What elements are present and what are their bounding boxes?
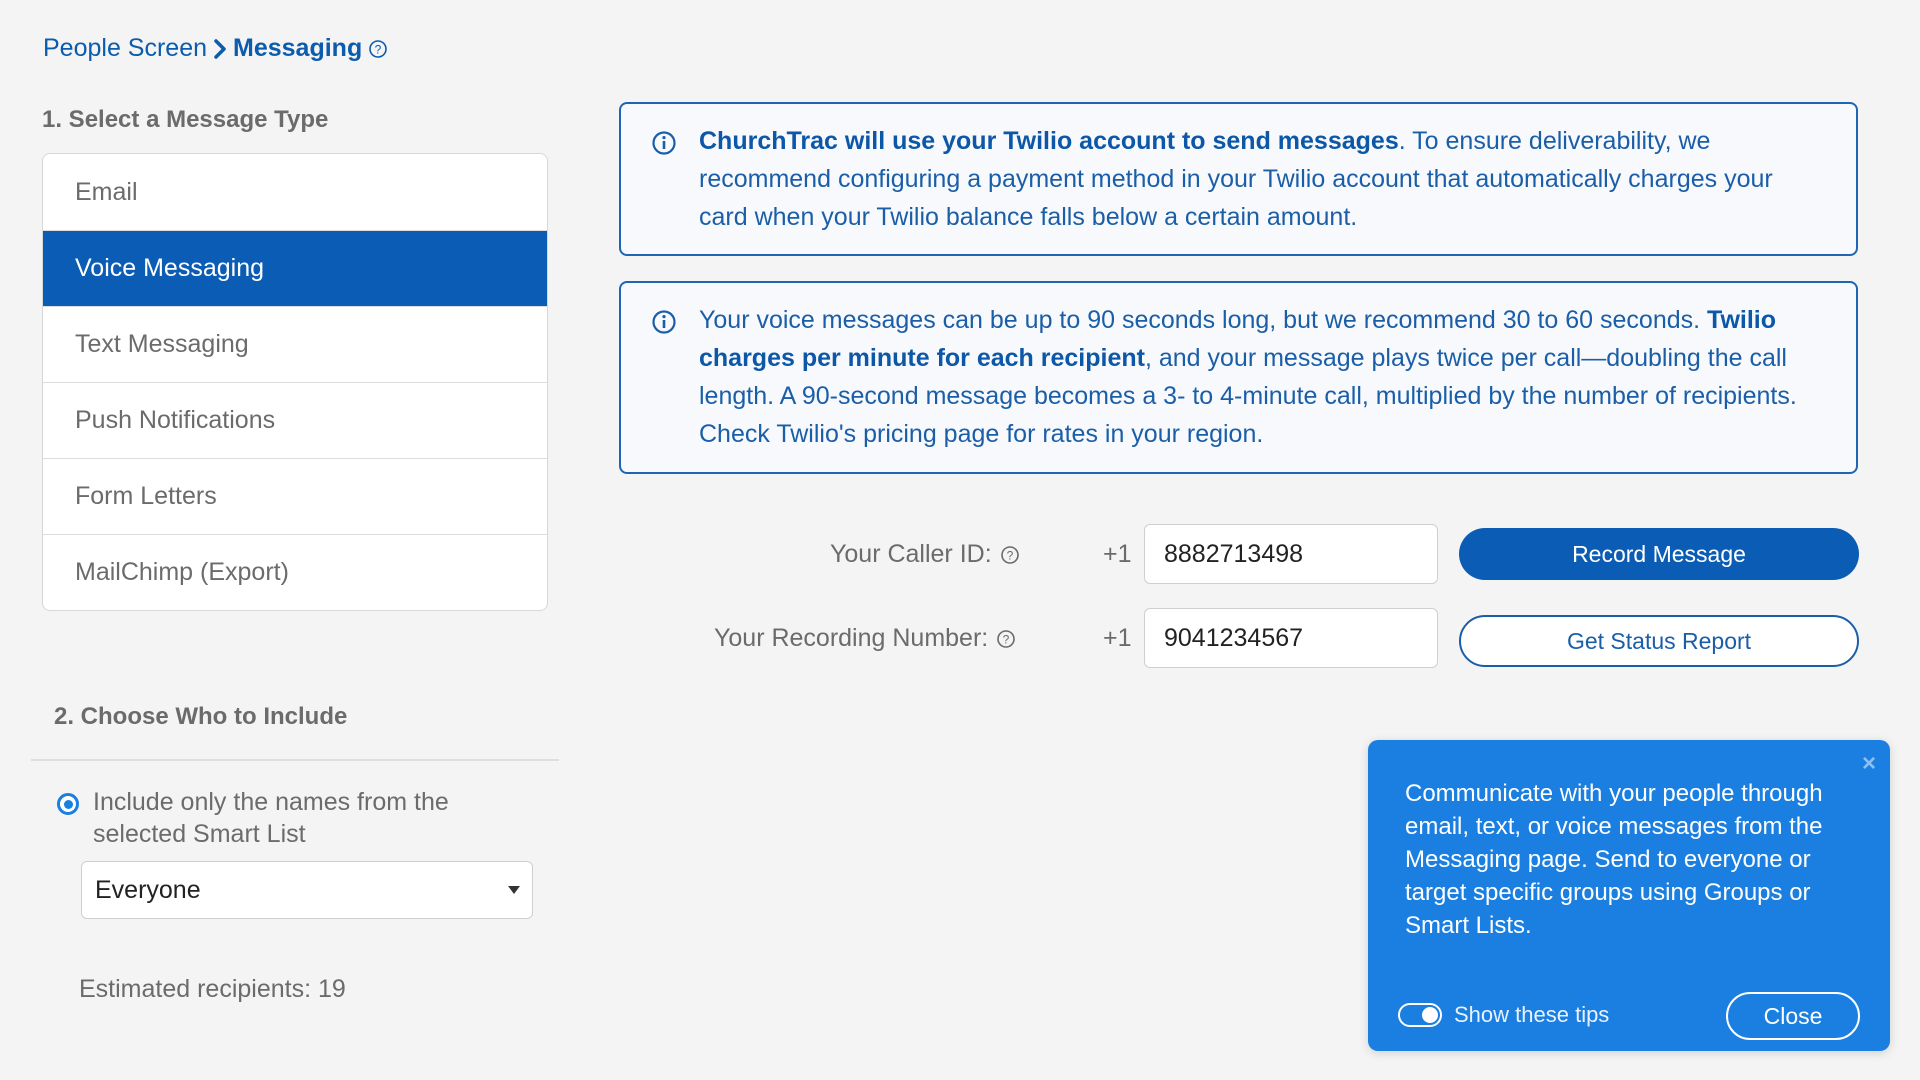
section-select-message-type-title: 1. Select a Message Type: [42, 106, 329, 133]
message-type-email[interactable]: Email: [43, 154, 547, 230]
recording-number-prefix: +1: [1103, 624, 1132, 652]
message-type-voice-messaging[interactable]: Voice Messaging: [43, 230, 547, 306]
radio-button[interactable]: [57, 793, 79, 815]
radio-dot: [63, 799, 73, 809]
caret-down-icon: [508, 886, 520, 894]
message-type-list: Email Voice Messaging Text Messaging Pus…: [42, 153, 548, 611]
help-icon[interactable]: ?: [1000, 545, 1020, 565]
message-type-label: Form Letters: [75, 482, 217, 510]
message-type-form-letters[interactable]: Form Letters: [43, 458, 547, 534]
show-tips-toggle[interactable]: [1398, 1003, 1442, 1027]
toggle-knob: [1422, 1007, 1438, 1023]
breadcrumb: People Screen Messaging ?: [43, 34, 388, 63]
twilio-account-notice: ChurchTrac will use your Twilio account …: [619, 102, 1858, 256]
message-type-label: Text Messaging: [75, 330, 249, 358]
caller-id-prefix: +1: [1103, 540, 1132, 568]
breadcrumb-people-screen[interactable]: People Screen: [43, 34, 207, 63]
close-icon[interactable]: ×: [1862, 750, 1876, 778]
help-icon[interactable]: ?: [996, 629, 1016, 649]
recording-number-label-text: Your Recording Number:: [714, 624, 989, 652]
recording-number-input[interactable]: [1144, 608, 1438, 668]
svg-text:?: ?: [1006, 548, 1013, 562]
svg-text:?: ?: [375, 42, 382, 56]
message-type-label: Push Notifications: [75, 406, 276, 434]
info-icon: [651, 308, 677, 346]
get-status-report-button[interactable]: Get Status Report: [1459, 615, 1859, 667]
recording-number-label: Your Recording Number: ?: [714, 624, 1016, 653]
twilio-account-notice-text: ChurchTrac will use your Twilio account …: [699, 122, 1826, 236]
message-type-text-messaging[interactable]: Text Messaging: [43, 306, 547, 382]
svg-text:?: ?: [1003, 632, 1010, 646]
chevron-right-icon: [213, 38, 227, 60]
help-icon[interactable]: ?: [368, 39, 388, 59]
estimated-recipients: Estimated recipients: 19: [79, 975, 346, 1003]
caller-id-input[interactable]: [1144, 524, 1438, 584]
smart-list-radio-option[interactable]: Include only the names from the selected…: [57, 786, 493, 850]
message-type-label: MailChimp (Export): [75, 558, 289, 586]
notice-part1: Your voice messages can be up to 90 seco…: [699, 306, 1708, 334]
smart-list-value: Everyone: [95, 875, 201, 904]
tips-popover: × Communicate with your people through e…: [1368, 740, 1890, 1051]
record-message-button[interactable]: Record Message: [1459, 528, 1859, 580]
show-tips-label: Show these tips: [1454, 1002, 1610, 1027]
message-type-label: Voice Messaging: [75, 254, 265, 282]
radio-label: Include only the names from the selected…: [93, 788, 449, 848]
caller-id-label: Your Caller ID: ?: [830, 540, 1020, 569]
breadcrumb-current: Messaging: [233, 34, 363, 62]
voice-message-length-notice-text: Your voice messages can be up to 90 seco…: [699, 301, 1826, 453]
section-choose-who-title: 2. Choose Who to Include: [54, 703, 348, 730]
info-icon: [651, 129, 677, 167]
smart-list-select[interactable]: Everyone: [81, 861, 533, 919]
voice-message-length-notice: Your voice messages can be up to 90 seco…: [619, 281, 1858, 474]
tips-text: Communicate with your people through ema…: [1405, 780, 1823, 939]
message-type-push-notifications[interactable]: Push Notifications: [43, 382, 547, 458]
divider: [31, 759, 559, 761]
notice-bold: ChurchTrac will use your Twilio account …: [699, 127, 1399, 155]
message-type-mailchimp-export[interactable]: MailChimp (Export): [43, 534, 547, 610]
message-type-label: Email: [75, 177, 138, 206]
show-tips-toggle-row[interactable]: Show these tips: [1398, 1002, 1609, 1028]
caller-id-label-text: Your Caller ID:: [830, 540, 992, 568]
tips-close-button[interactable]: Close: [1726, 992, 1860, 1040]
